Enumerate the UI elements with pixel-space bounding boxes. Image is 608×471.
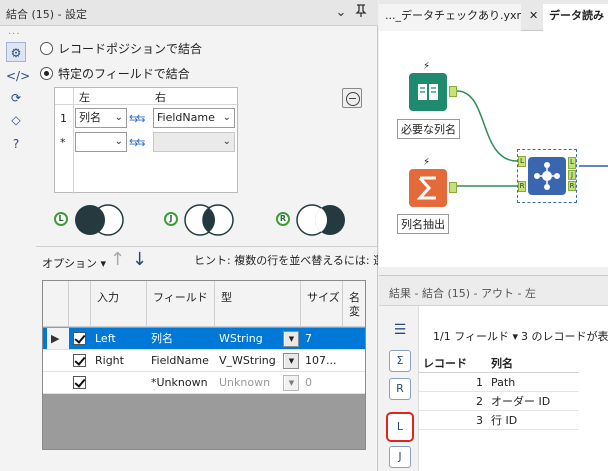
- code-icon[interactable]: </>: [6, 66, 30, 86]
- row-number: 1: [60, 112, 67, 125]
- table-row[interactable]: ▶ Left 列名 WString ▼ 7: [43, 328, 365, 350]
- col-header-type[interactable]: 型: [215, 281, 301, 327]
- record-number: 2: [419, 392, 487, 411]
- remove-row-button[interactable]: [342, 88, 362, 108]
- records-info: 3 のレコードが表示: [521, 330, 608, 343]
- pin-icon[interactable]: [352, 4, 370, 22]
- right-anchor-badge: R: [276, 212, 290, 226]
- join-output-L[interactable]: L: [568, 157, 576, 169]
- tool-label: 列名抽出: [397, 214, 449, 234]
- right-column-header: 右: [155, 91, 166, 104]
- panel-side-toolbar: ⚙ </> ⟳ ◇ ?: [0, 38, 32, 158]
- include-checkbox[interactable]: [73, 354, 86, 367]
- lightning-icon: ⚡: [423, 61, 431, 72]
- options-dropdown[interactable]: オプション ▾: [42, 255, 106, 271]
- right-field-dropdown-new: ⌄: [153, 132, 235, 152]
- results-title: 結果 - 結合 (15) - アウト - 左: [389, 287, 536, 300]
- cell-value[interactable]: Path: [487, 373, 579, 392]
- input-right-icon[interactable]: R: [389, 378, 411, 400]
- left-field-dropdown[interactable]: 列名 ⌄: [75, 108, 127, 128]
- join-input-L[interactable]: L: [518, 156, 526, 167]
- panel-title: 結合 (15) - 設定: [6, 8, 88, 21]
- lightning-icon: ⚡: [423, 157, 431, 168]
- chevron-down-icon: ⌄: [114, 112, 123, 123]
- tab-workflow[interactable]: ..._データチェックあり.yxmd*: [379, 4, 521, 31]
- col-header-record[interactable]: レコード: [419, 354, 487, 373]
- cell-value[interactable]: オーダー ID: [487, 392, 579, 411]
- join-output-R[interactable]: R: [568, 181, 576, 191]
- chevron-down-icon: ⌄: [114, 136, 123, 147]
- move-up-icon[interactable]: ↑: [110, 249, 125, 270]
- row-pointer-icon: ▶: [47, 328, 69, 349]
- cell-value[interactable]: 行 ID: [487, 411, 579, 430]
- book-icon[interactable]: [409, 73, 447, 111]
- table-row[interactable]: *Unknown Unknown ▼ 0: [43, 372, 365, 394]
- field-count-dropdown[interactable]: 1/1 フィールド ▾: [433, 328, 518, 344]
- record-number: 1: [419, 373, 487, 392]
- right-field-dropdown[interactable]: FieldName ⌄: [153, 108, 235, 128]
- chevron-down-icon: ⌄: [222, 112, 231, 123]
- type-dropdown[interactable]: ▼: [283, 331, 299, 347]
- help-icon[interactable]: ?: [6, 134, 26, 154]
- tag-icon[interactable]: ◇: [6, 110, 26, 130]
- workflow-canvas[interactable]: ⚡ 必要な列名 ⚡ 列名抽出 ⚡ L R L J R: [379, 31, 608, 267]
- stack-icon[interactable]: ☰: [389, 320, 411, 342]
- left-join-venn[interactable]: L: [54, 200, 138, 240]
- options-bar: オプション ▾ ↑ ↓ ヒント: 複数の行を並べ替えるには: 選: [36, 246, 378, 272]
- record-position-label: レコードポジションで結合: [58, 42, 203, 56]
- col-header-rename[interactable]: 名変: [343, 281, 365, 327]
- configuration-panel: 結合 (15) - 設定 ⌄ ... ⚙ </> ⟳ ◇ ? レコードポジション…: [0, 0, 378, 471]
- join-output-J[interactable]: J: [568, 170, 576, 180]
- results-header: 結果 - 結合 (15) - アウト - 左: [379, 276, 608, 306]
- close-tab-icon[interactable]: ✕: [529, 9, 538, 22]
- tool-label: 必要な列名: [397, 119, 460, 139]
- include-checkbox[interactable]: [73, 332, 86, 345]
- join-icon[interactable]: [528, 157, 566, 195]
- left-field-dropdown-new[interactable]: ⌄: [75, 132, 127, 152]
- swap-arrows-icon[interactable]: ⇆⇆: [129, 136, 146, 149]
- col-header-size[interactable]: サイズ: [301, 281, 343, 327]
- results-panel: 結果 - 結合 (15) - アウト - 左 ☰ Σ R L J 1/1 フィー…: [379, 275, 608, 471]
- join-anchor-badge: J: [164, 212, 178, 226]
- specific-field-radio[interactable]: [40, 67, 53, 80]
- left-anchor-badge: L: [54, 212, 68, 226]
- results-side-toolbar: ☰ Σ R L J: [379, 306, 419, 471]
- join-input-R[interactable]: R: [518, 181, 526, 192]
- record-position-radio[interactable]: [40, 42, 53, 55]
- col-header-input[interactable]: 入力: [91, 281, 147, 327]
- refresh-icon[interactable]: ⟳: [6, 88, 26, 108]
- type-dropdown[interactable]: ▼: [283, 353, 299, 369]
- inner-join-venn[interactable]: J: [164, 200, 248, 240]
- output-anchor[interactable]: [449, 86, 457, 97]
- gear-icon[interactable]: ⚙: [6, 42, 26, 62]
- new-row-marker: *: [60, 136, 66, 149]
- include-checkbox[interactable]: [73, 376, 86, 389]
- table-row[interactable]: Right FieldName V_WString ▼ 107...: [43, 350, 365, 372]
- col-header-colname[interactable]: 列名: [487, 354, 579, 373]
- col-header-field[interactable]: フィールド: [147, 281, 215, 327]
- hint-text: ヒント: 複数の行を並べ替えるには: 選: [194, 254, 378, 267]
- move-down-icon[interactable]: ↓: [132, 249, 147, 270]
- swap-arrows-icon[interactable]: ⇆⇆: [129, 112, 146, 125]
- input-left-icon[interactable]: Σ: [389, 350, 411, 372]
- chevron-down-icon: ⌄: [222, 136, 231, 147]
- right-join-venn[interactable]: R: [276, 200, 360, 240]
- summarize-icon[interactable]: [409, 169, 447, 207]
- output-left-anchor-icon[interactable]: L: [386, 412, 414, 442]
- chevron-down-icon[interactable]: ⌄: [332, 4, 350, 22]
- join-fields-grid: 左 右 1 列名 ⌄ ⇆⇆ FieldName ⌄ * ⌄ ⇆⇆ ⌄: [54, 87, 239, 194]
- record-number: 3: [419, 411, 487, 430]
- workflow-tabbar: ..._データチェックあり.yxmd* ✕ データ読み: [379, 0, 608, 31]
- field-select-table: 入力 フィールド 型 サイズ 名変 ▶ Left 列名 WString ▼ 7 …: [42, 280, 366, 450]
- type-dropdown[interactable]: ▼: [283, 375, 299, 391]
- output-anchor[interactable]: [449, 182, 457, 193]
- panel-header: 結合 (15) - 設定 ⌄: [0, 0, 378, 26]
- left-column-header: 左: [79, 91, 90, 104]
- tab-data-read[interactable]: データ読み: [543, 4, 608, 31]
- overflow-dots: ...: [8, 26, 21, 37]
- specific-field-label: 特定のフィールドで結合: [58, 67, 190, 81]
- output-join-anchor-icon[interactable]: J: [389, 446, 411, 468]
